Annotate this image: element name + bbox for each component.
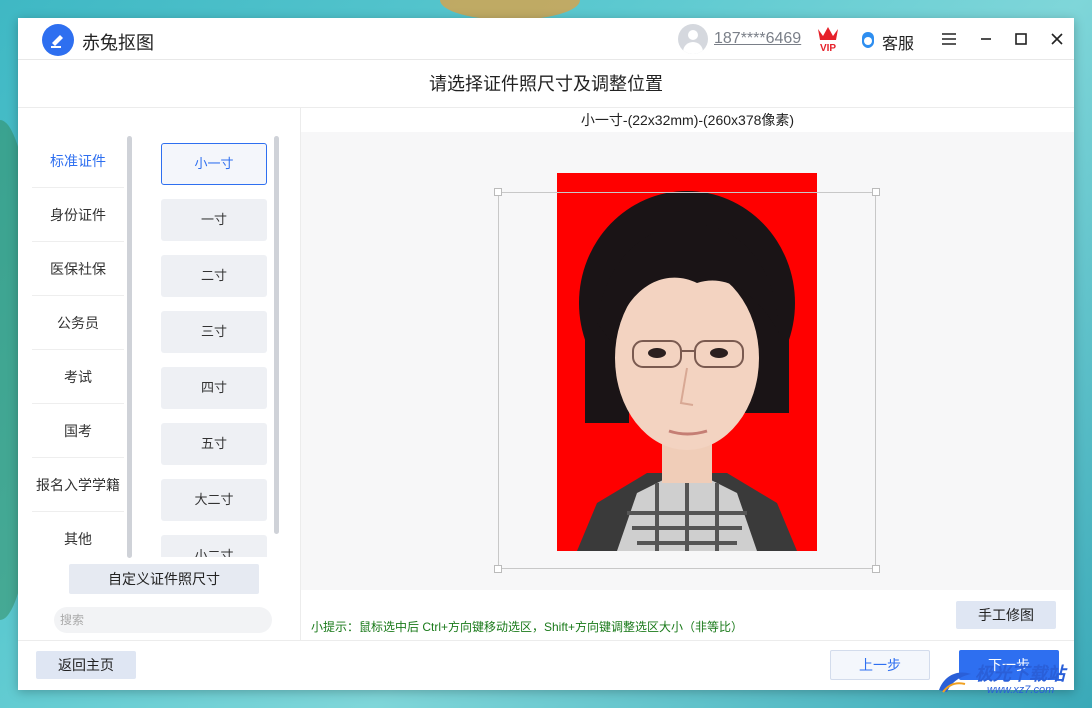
vip-label: VIP: [820, 43, 836, 53]
category-exam[interactable]: 考试: [32, 350, 124, 404]
category-national-exam[interactable]: 国考: [32, 404, 124, 458]
account-link[interactable]: 187****6469: [714, 30, 801, 48]
size-option[interactable]: 二寸: [161, 255, 267, 297]
search-input[interactable]: [54, 607, 272, 633]
vip-crown-icon[interactable]: VIP: [815, 25, 841, 53]
size-list: 小一寸 一寸 二寸 三寸 四寸 五寸 大二寸 小二寸: [161, 143, 267, 557]
crop-handle[interactable]: [494, 565, 502, 573]
page-title: 请选择证件照尺寸及调整位置: [18, 60, 1074, 108]
category-enrollment[interactable]: 报名入学学籍: [32, 458, 124, 512]
watermark-logo-icon: [939, 672, 971, 693]
size-option[interactable]: 五寸: [161, 423, 267, 465]
size-option[interactable]: 小二寸: [161, 535, 267, 557]
manual-edit-button[interactable]: 手工修图: [956, 601, 1056, 629]
size-option[interactable]: 四寸: [161, 367, 267, 409]
prev-step-button[interactable]: 上一步: [830, 650, 930, 680]
watermark-url: www.xz7.com: [987, 684, 1055, 696]
crop-handle[interactable]: [872, 565, 880, 573]
hint-text: 小提示：鼠标选中后 Ctrl+方向键移动选区，Shift+方向键调整选区大小（非…: [311, 620, 744, 634]
size-option[interactable]: 一寸: [161, 199, 267, 241]
footer-divider: [18, 640, 1074, 641]
app-logo-icon: [42, 24, 74, 56]
watermark-text: 极光下载站: [975, 664, 1065, 684]
watermark: 极光下载站 www.xz7.com: [935, 660, 1085, 706]
category-medical-social[interactable]: 医保社保: [32, 242, 124, 296]
customer-service-icon[interactable]: [860, 31, 876, 49]
custom-size-button[interactable]: 自定义证件照尺寸: [69, 564, 259, 594]
app-window: 赤兔抠图 187****6469 VIP 客服 请选择证件照尺寸及调整位置 标准…: [18, 18, 1074, 690]
avatar[interactable]: [678, 24, 708, 54]
crop-handle[interactable]: [494, 188, 502, 196]
category-other[interactable]: 其他: [32, 512, 124, 566]
photo-spec-label: 小一寸-(22x32mm)-(260x378像素): [580, 112, 795, 128]
category-standard[interactable]: 标准证件: [32, 134, 124, 188]
category-civil-servant[interactable]: 公务员: [32, 296, 124, 350]
home-button[interactable]: 返回主页: [36, 651, 136, 679]
close-icon[interactable]: [1046, 28, 1068, 50]
app-name: 赤兔抠图: [82, 33, 154, 53]
customer-service-button[interactable]: 客服: [882, 30, 914, 54]
size-option[interactable]: 大二寸: [161, 479, 267, 521]
category-id-card[interactable]: 身份证件: [32, 188, 124, 242]
size-option[interactable]: 小一寸: [161, 143, 267, 185]
crop-handle[interactable]: [872, 188, 880, 196]
background-flower: [440, 0, 580, 20]
minimize-icon[interactable]: [975, 28, 997, 50]
category-list: 标准证件 身份证件 医保社保 公务员 考试 国考 报名入学学籍 其他: [32, 134, 124, 566]
title-bar: 赤兔抠图 187****6469 VIP 客服: [18, 18, 1074, 60]
crop-selection[interactable]: [494, 188, 880, 573]
menu-icon[interactable]: [938, 28, 960, 50]
size-scrollbar[interactable]: [274, 136, 279, 534]
category-scrollbar[interactable]: [127, 136, 132, 558]
maximize-icon[interactable]: [1010, 28, 1032, 50]
preview-canvas: [301, 132, 1074, 590]
size-option[interactable]: 三寸: [161, 311, 267, 353]
